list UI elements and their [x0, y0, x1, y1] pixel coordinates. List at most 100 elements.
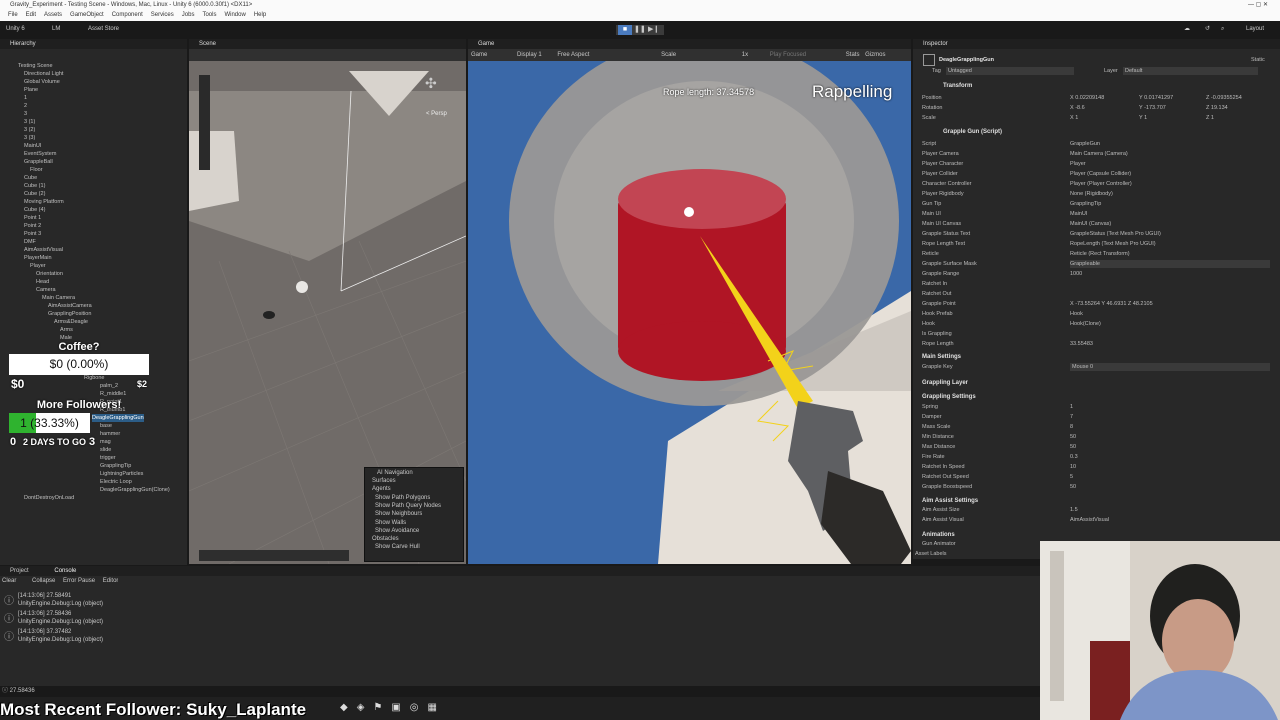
ai-nav-option[interactable]: Show Avoidance — [375, 527, 419, 535]
ai-nav-option[interactable]: Obstacles — [372, 535, 399, 543]
error-pause-button[interactable]: Error Pause — [63, 578, 95, 584]
log-entry-message[interactable]: [14:13:06] 37.37482 — [18, 628, 71, 636]
inspector-field-value[interactable]: 33.55483 — [1070, 340, 1093, 348]
hierarchy-item[interactable]: LightningParticles — [100, 470, 143, 478]
hierarchy-item[interactable]: AimAssistCamera — [48, 302, 92, 310]
inspector-field-value[interactable]: Grappleable — [1070, 260, 1270, 268]
rotation-z[interactable]: Z 19.134 — [1206, 104, 1228, 112]
hierarchy-item[interactable]: 3 (3) — [24, 134, 35, 142]
menu-gameobject[interactable]: GameObject — [70, 12, 104, 18]
editor-dropdown[interactable]: Editor — [103, 578, 119, 584]
inspector-tab[interactable]: Inspector — [913, 39, 1280, 49]
hierarchy-item[interactable]: Cube — [24, 174, 37, 182]
taskbar-app-icons[interactable]: ◆◈⚑▣◎▦ — [340, 702, 446, 713]
user-button[interactable]: LM — [52, 24, 60, 34]
inspector-field-value[interactable]: GrappleStatus (Text Mesh Pro UGUI) — [1070, 230, 1161, 238]
rotation-y[interactable]: Y -173.707 — [1139, 104, 1166, 112]
inspector-field-value[interactable]: Hook(Clone) — [1070, 320, 1101, 328]
game-tab[interactable]: Game — [468, 39, 911, 49]
hierarchy-item[interactable]: 1 — [24, 94, 27, 102]
menu-window[interactable]: Window — [224, 12, 245, 18]
grappling-setting-value[interactable]: 50 — [1070, 483, 1076, 491]
menu-component[interactable]: Component — [112, 12, 143, 18]
aspect-dropdown[interactable]: Free Aspect — [557, 52, 589, 58]
hierarchy-item[interactable]: Arms&Deagle — [54, 318, 88, 326]
menu-jobs[interactable]: Jobs — [182, 12, 195, 18]
hierarchy-item[interactable]: DontDestroyOnLoad — [24, 494, 74, 502]
inspector-field-value[interactable]: Player — [1070, 160, 1086, 168]
cloud-icon[interactable]: ☁ — [1184, 24, 1190, 34]
menu-file[interactable]: File — [8, 12, 18, 18]
inspector-field-value[interactable]: Player (Capsule Collider) — [1070, 170, 1131, 178]
menu-assets[interactable]: Assets — [44, 12, 62, 18]
hierarchy-item[interactable]: Plane — [24, 86, 38, 94]
static-toggle[interactable]: Static — [1251, 56, 1265, 64]
inspector-field-value[interactable]: MainUI — [1070, 210, 1087, 218]
hierarchy-item[interactable]: MainUI — [24, 142, 41, 150]
asset-labels-header[interactable]: Asset Labels — [915, 550, 947, 558]
hierarchy-item[interactable]: EventSystem — [24, 150, 56, 158]
step-button[interactable]: ▶❙ — [648, 25, 659, 35]
hierarchy-item[interactable]: 3 (2) — [24, 126, 35, 134]
ai-nav-option[interactable]: Show Neighbours — [375, 510, 422, 518]
hierarchy-item[interactable]: PlayerMain — [24, 254, 52, 262]
log-entry-message[interactable]: [14:13:06] 27.58436 — [18, 610, 71, 618]
log-entry-trace[interactable]: UnityEngine.Debug:Log (object) — [18, 600, 103, 608]
hierarchy-item[interactable]: Testing Scene — [18, 62, 53, 70]
hierarchy-item[interactable]: GrapplingPosition — [48, 310, 91, 318]
hierarchy-tab[interactable]: Hierarchy — [0, 39, 187, 49]
unity-account-button[interactable]: Unity 6 — [6, 24, 25, 34]
collapse-button[interactable]: Collapse — [32, 578, 55, 584]
inspector-field-value[interactable]: Hook — [1070, 310, 1083, 318]
pause-button[interactable]: ❚❚ — [634, 25, 646, 35]
clear-button[interactable]: Clear — [2, 578, 16, 584]
inspector-field-value[interactable]: MainUI (Canvas) — [1070, 220, 1111, 228]
position-y[interactable]: Y 0.01741297 — [1139, 94, 1173, 102]
grappling-setting-value[interactable]: 10 — [1070, 463, 1076, 471]
scene-view[interactable]: Scene ✣ < Persp AI Navigation Surfaces Ag… — [189, 39, 466, 564]
display-dropdown[interactable]: Display 1 — [517, 52, 542, 58]
hierarchy-item[interactable]: Point 2 — [24, 222, 41, 230]
grappling-setting-value[interactable]: 50 — [1070, 433, 1076, 441]
log-entry-trace[interactable]: UnityEngine.Debug:Log (object) — [18, 618, 103, 626]
hierarchy-item[interactable]: Camera — [36, 286, 56, 294]
inspector-field-value[interactable]: X -73.55264 Y 46.6931 Z 48.2105 — [1070, 300, 1153, 308]
scale-y[interactable]: Y 1 — [1139, 114, 1147, 122]
hierarchy-item[interactable]: 2 — [24, 102, 27, 110]
menu-edit[interactable]: Edit — [26, 12, 36, 18]
grapple-key-dropdown[interactable]: Mouse 0 — [1070, 363, 1270, 371]
grappling-setting-value[interactable]: 1 — [1070, 403, 1073, 411]
window-controls[interactable]: — ▢ ✕ — [1248, 0, 1268, 10]
menu-help[interactable]: Help — [254, 12, 266, 18]
menu-services[interactable]: Services — [151, 12, 174, 18]
grapple-gun-script-header[interactable]: Grapple Gun (Script) — [943, 128, 1002, 136]
hierarchy-item[interactable]: Floor — [30, 166, 43, 174]
aim-assist-size-field[interactable]: 1.5 — [1070, 506, 1078, 514]
hierarchy-item[interactable]: 3 (1) — [24, 118, 35, 126]
scale-x[interactable]: X 1 — [1070, 114, 1078, 122]
ai-nav-option[interactable]: Show Path Polygons — [375, 494, 430, 502]
inspector-field-value[interactable]: Player (Player Controller) — [1070, 180, 1132, 188]
inspector-field-value[interactable]: Main Camera (Camera) — [1070, 150, 1128, 158]
play-focused-dropdown[interactable]: Play Focused — [770, 52, 806, 58]
hierarchy-item[interactable]: Point 1 — [24, 214, 41, 222]
ai-nav-option[interactable]: Show Carve Hull — [375, 543, 420, 551]
rotation-x[interactable]: X -8.6 — [1070, 104, 1085, 112]
hierarchy-item[interactable]: Head — [36, 278, 49, 286]
hierarchy-item[interactable]: Moving Platform — [24, 198, 64, 206]
menu-tools[interactable]: Tools — [202, 12, 216, 18]
hierarchy-item[interactable]: Directional Light — [24, 70, 63, 78]
inspector-field-value[interactable]: GrappleGun — [1070, 140, 1100, 148]
grappling-setting-value[interactable]: 8 — [1070, 423, 1073, 431]
persp-label[interactable]: < Persp — [426, 110, 447, 118]
aim-assist-visual-field[interactable]: AimAssistVisual — [1070, 516, 1109, 524]
search-icon[interactable]: ⌕ — [1221, 24, 1224, 34]
play-button[interactable]: ■ — [618, 25, 632, 35]
scene-gizmo[interactable]: ✣ — [425, 75, 437, 92]
hierarchy-item[interactable]: Cube (1) — [24, 182, 45, 190]
grappling-setting-value[interactable]: 7 — [1070, 413, 1073, 421]
hierarchy-item[interactable]: Orientation — [36, 270, 63, 278]
layer-dropdown[interactable]: Default — [1123, 67, 1258, 75]
hierarchy-item[interactable]: Player — [30, 262, 46, 270]
inspector-field-value[interactable]: 1000 — [1070, 270, 1082, 278]
